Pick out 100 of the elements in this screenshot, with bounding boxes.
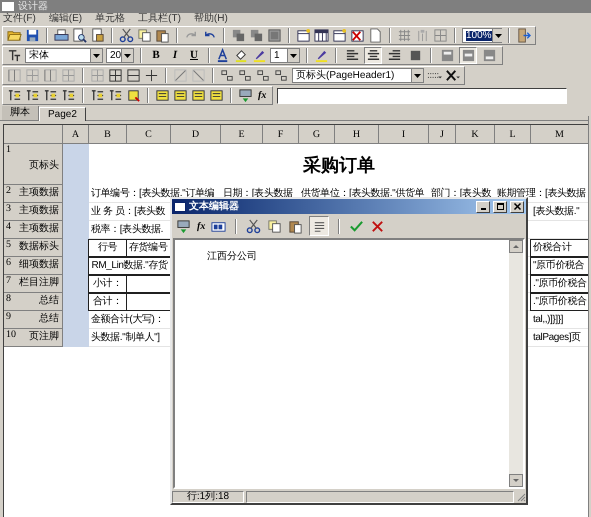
paste-icon[interactable]	[288, 218, 304, 234]
frame-icon[interactable]	[267, 28, 282, 43]
column-header[interactable]: K	[456, 125, 495, 144]
menu-item[interactable]: 文件(F)	[3, 14, 36, 24]
cross-line-icon[interactable]	[445, 68, 460, 83]
border-icon[interactable]	[7, 68, 22, 83]
column-header[interactable]: E	[221, 125, 263, 144]
band-tool-icon[interactable]	[25, 88, 40, 103]
toggle-button[interactable]	[309, 216, 330, 236]
bold-button[interactable]: B	[148, 48, 164, 63]
column-header[interactable]: H	[335, 125, 379, 144]
line-width-dropdown[interactable]: 1	[270, 48, 300, 63]
cut-icon[interactable]	[246, 218, 262, 234]
copy-icon[interactable]	[267, 218, 282, 234]
underline-button[interactable]: U	[186, 48, 202, 63]
column-header[interactable]: B	[89, 125, 127, 144]
print-preview-icon[interactable]	[72, 28, 87, 43]
tab[interactable]: Page2	[39, 107, 86, 121]
merge-icon[interactable]	[220, 68, 235, 83]
column-header[interactable]: C	[127, 125, 171, 144]
band-tool-icon[interactable]	[209, 88, 224, 103]
cut-icon[interactable]	[119, 28, 134, 43]
band-tool-icon[interactable]	[191, 88, 206, 103]
inner-border-icon[interactable]	[144, 68, 159, 83]
exit-icon[interactable]	[516, 28, 531, 43]
bring-forward-icon[interactable]	[231, 28, 246, 43]
maximize-button[interactable]	[493, 200, 507, 212]
print-icon[interactable]	[54, 28, 69, 43]
row-header[interactable]: 8 总结	[4, 293, 63, 311]
band-dropdown[interactable]: 页标头(PageHeader1)	[292, 68, 424, 83]
menu-item[interactable]: 工具栏(T)	[138, 14, 181, 24]
column-header[interactable]: J	[429, 125, 456, 144]
minimize-button[interactable]	[476, 200, 490, 212]
cell-format-icon[interactable]	[274, 68, 289, 83]
toggle-button[interactable]	[364, 47, 382, 64]
font-size-dropdown[interactable]: 20	[106, 48, 134, 63]
highlighter-icon[interactable]	[314, 48, 329, 63]
menu-item[interactable]: 编辑(E)	[48, 14, 82, 24]
row-header[interactable]: 1 页标头	[4, 144, 63, 185]
cell-size-icon[interactable]	[256, 68, 271, 83]
table-icon[interactable]	[314, 28, 329, 43]
band-tool-icon[interactable]	[61, 88, 76, 103]
band-tool-icon[interactable]	[155, 88, 170, 103]
text-area[interactable]: 江西分公司	[173, 238, 525, 489]
close-button[interactable]	[510, 200, 524, 212]
band-tool-icon[interactable]	[173, 88, 188, 103]
font-dropdown[interactable]: 宋体	[25, 48, 103, 63]
cell-grid-icon[interactable]	[433, 28, 448, 43]
column-header[interactable]: L	[495, 125, 531, 144]
insert-field-icon[interactable]	[238, 88, 253, 103]
new-sheet-icon[interactable]	[332, 28, 347, 43]
send-backward-icon[interactable]	[249, 28, 264, 43]
delete-sheet-icon[interactable]	[350, 28, 365, 43]
row-header[interactable]: 7 栏目注脚	[4, 275, 63, 293]
band-tool-icon[interactable]	[90, 88, 105, 103]
formula-field[interactable]	[277, 88, 568, 104]
row-header[interactable]: 4 主项数据	[4, 221, 63, 239]
row-header[interactable]: 6 细项数据	[4, 257, 63, 275]
blank-page-icon[interactable]	[368, 28, 383, 43]
scroll-down-icon[interactable]	[509, 474, 523, 487]
row-header[interactable]: 9 总结	[4, 311, 63, 329]
outer-border-icon[interactable]	[126, 68, 141, 83]
column-header[interactable]: D	[171, 125, 221, 144]
band-tool-icon[interactable]	[126, 88, 141, 103]
diagonal-icon[interactable]	[173, 68, 188, 83]
table-cell: 合计：	[88, 293, 127, 311]
band-tool-icon[interactable]	[7, 88, 22, 103]
column-header[interactable]: M	[531, 125, 589, 144]
cancel-icon[interactable]	[370, 218, 386, 234]
scrollbar[interactable]	[509, 240, 523, 487]
resize-grip-icon[interactable]	[516, 492, 526, 502]
copy-icon[interactable]	[137, 28, 152, 43]
row-header[interactable]: 10 页注脚	[4, 329, 63, 347]
band-tool-icon[interactable]	[43, 88, 58, 103]
row-header[interactable]: 3 主项数据	[4, 203, 63, 221]
column-header[interactable]: G	[299, 125, 335, 144]
column-header[interactable]: F	[263, 125, 299, 144]
all-borders-icon[interactable]	[108, 68, 123, 83]
insert-sheet-icon[interactable]	[296, 28, 311, 43]
row-header[interactable]: 5 数据标头	[4, 239, 63, 257]
diagonal-icon[interactable]	[191, 68, 206, 83]
zoom-dropdown[interactable]: 100%	[462, 28, 502, 43]
menu-item[interactable]: 单元格	[95, 14, 126, 24]
split-icon[interactable]	[238, 68, 253, 83]
menu-item[interactable]: 帮助(H)	[194, 14, 228, 24]
border-icon[interactable]	[43, 68, 58, 83]
italic-button[interactable]: I	[167, 48, 183, 63]
row-header[interactable]: 2 主项数据	[4, 185, 63, 203]
pen-icon[interactable]	[252, 48, 267, 63]
page-setup-icon[interactable]	[90, 28, 105, 43]
paste-icon[interactable]	[155, 28, 170, 43]
insert-field-icon[interactable]	[176, 218, 191, 234]
save-icon[interactable]	[25, 28, 40, 43]
toggle-button[interactable]	[459, 47, 477, 64]
column-header[interactable]: I	[379, 125, 429, 144]
tab[interactable]: 脚本	[2, 106, 39, 120]
fill-color-icon[interactable]	[234, 48, 249, 63]
column-header[interactable]: A	[63, 125, 89, 144]
scroll-up-icon[interactable]	[509, 240, 523, 253]
band-tool-icon[interactable]	[108, 88, 123, 103]
